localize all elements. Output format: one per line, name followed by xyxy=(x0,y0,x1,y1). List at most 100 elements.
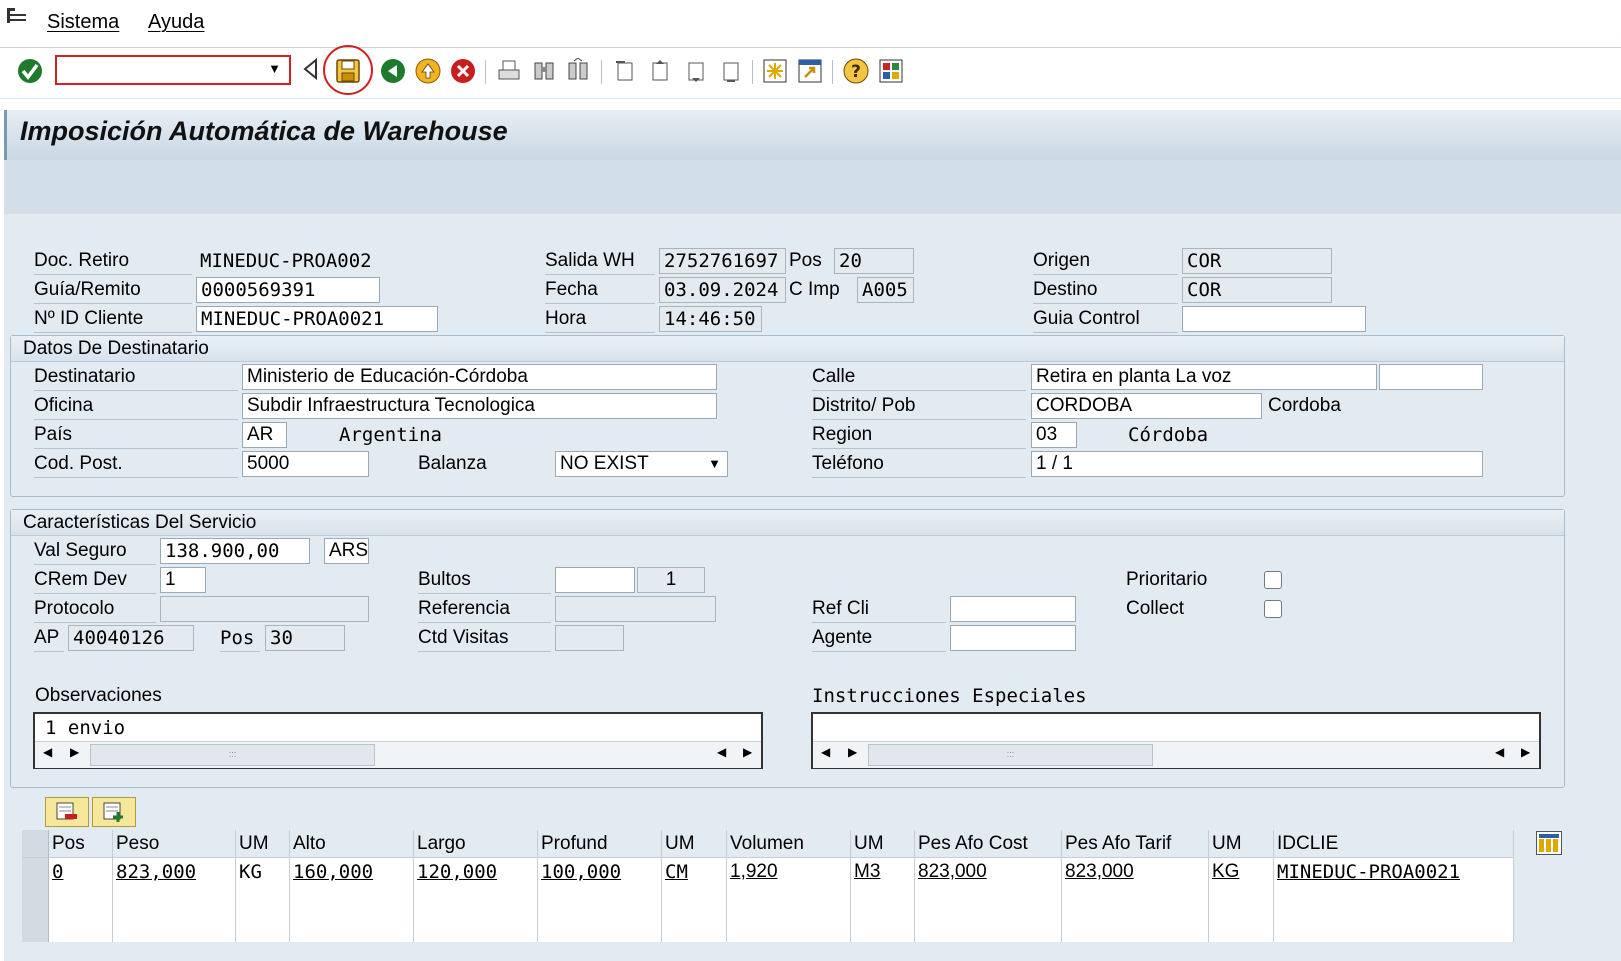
observaciones-textarea[interactable]: 1 envio ◀ ▶ ::: ◀ ▶ xyxy=(33,712,763,769)
horizontal-scrollbar[interactable]: ◀ ▶ ::: ◀ ▶ xyxy=(35,741,761,768)
dropdown-arrow-icon[interactable]: ▼ xyxy=(708,452,721,476)
table-cell[interactable]: M3 xyxy=(850,857,915,886)
column-header[interactable]: UM xyxy=(1208,830,1274,858)
row-selector[interactable] xyxy=(22,857,49,886)
table-cell[interactable]: MINEDUC-PROA0021 xyxy=(1273,857,1514,886)
destinatario-field[interactable]: Ministerio de Educación-Córdoba xyxy=(242,364,717,390)
bultos-value: 1 xyxy=(637,567,705,593)
scroll-thumb[interactable]: ::: xyxy=(868,744,1153,766)
insert-row-button[interactable] xyxy=(92,797,136,827)
ctd-visitas-label: Ctd Visitas xyxy=(418,625,551,652)
scroll-right-icon[interactable]: ▶ xyxy=(70,745,79,759)
table-cell[interactable]: 1,920 xyxy=(726,857,851,886)
back-triangle-icon[interactable] xyxy=(302,57,318,86)
command-input[interactable] xyxy=(59,59,263,83)
table-cell[interactable]: 823,000 xyxy=(112,857,236,886)
previous-page-icon[interactable] xyxy=(645,56,675,86)
val-seguro-field[interactable]: 138.900,00 xyxy=(160,538,310,564)
table-row[interactable] xyxy=(22,886,1514,914)
last-page-icon[interactable] xyxy=(716,56,746,86)
enter-check-icon[interactable] xyxy=(15,56,45,86)
instrucciones-textarea[interactable]: ◀ ▶ ::: ◀ ▶ xyxy=(811,712,1541,769)
table-cell[interactable]: KG xyxy=(235,857,290,886)
scroll-left-icon[interactable]: ◀ xyxy=(1495,745,1504,759)
select-all-cell[interactable] xyxy=(22,830,49,858)
horizontal-scrollbar[interactable]: ◀ ▶ ::: ◀ ▶ xyxy=(813,741,1539,768)
guia-control-field[interactable] xyxy=(1182,306,1366,332)
column-header[interactable]: UM xyxy=(235,830,290,858)
first-page-icon[interactable] xyxy=(610,56,640,86)
scroll-left-icon[interactable]: ◀ xyxy=(821,745,830,759)
column-header[interactable]: IDCLIE xyxy=(1273,830,1514,858)
row-selector[interactable] xyxy=(22,914,49,942)
column-header[interactable]: Profund xyxy=(537,830,662,858)
region-code-field[interactable]: 03 xyxy=(1031,422,1077,448)
telefono-field[interactable]: 1 / 1 xyxy=(1031,451,1483,477)
column-header[interactable]: Peso xyxy=(112,830,236,858)
exit-icon[interactable] xyxy=(413,56,443,86)
table-row[interactable]: 0 823,000 KG 160,000 120,000 100,000 CM … xyxy=(22,857,1514,886)
print-icon[interactable] xyxy=(494,56,524,86)
prioritario-checkbox[interactable] xyxy=(1264,571,1282,589)
command-field[interactable]: ▼ xyxy=(55,55,291,85)
crem-dev-field[interactable]: 1 xyxy=(160,567,206,593)
guia-remito-field[interactable]: 0000569391 xyxy=(196,277,380,303)
scroll-right-icon[interactable]: ▶ xyxy=(1521,745,1530,759)
calle-extra-field[interactable] xyxy=(1379,364,1483,390)
menu-ayuda[interactable]: Ayuda xyxy=(148,11,204,34)
scroll-thumb[interactable]: ::: xyxy=(90,744,375,766)
collect-checkbox[interactable] xyxy=(1264,600,1282,618)
id-cliente-field[interactable]: MINEDUC-PROA0021 xyxy=(196,306,438,332)
moneda-field[interactable]: ARS xyxy=(324,538,369,564)
scroll-right-icon[interactable]: ▶ xyxy=(743,745,752,759)
column-header[interactable]: Pes Afo Tarif xyxy=(1061,830,1209,858)
agente-field[interactable] xyxy=(950,625,1076,651)
save-icon[interactable] xyxy=(333,56,363,86)
cancel-icon[interactable] xyxy=(448,56,478,86)
table-cell[interactable]: 823,000 xyxy=(1061,857,1209,886)
find-icon[interactable] xyxy=(529,56,559,86)
distrito-field[interactable]: CORDOBA xyxy=(1031,393,1262,419)
find-next-icon[interactable] xyxy=(563,56,593,86)
back-icon[interactable] xyxy=(378,56,408,86)
menu-sistema[interactable]: Sistema xyxy=(47,11,119,34)
bultos-field[interactable] xyxy=(555,567,635,593)
column-header[interactable]: Pos xyxy=(48,830,113,858)
table-cell[interactable]: 160,000 xyxy=(289,857,414,886)
column-header[interactable]: UM xyxy=(661,830,727,858)
column-header[interactable]: Volumen xyxy=(726,830,851,858)
ctd-visitas-value xyxy=(555,625,624,651)
help-icon[interactable]: ? xyxy=(841,56,871,86)
column-header[interactable]: Alto xyxy=(289,830,414,858)
next-page-icon[interactable] xyxy=(681,56,711,86)
delete-row-button[interactable] xyxy=(45,797,89,827)
scroll-left-icon[interactable]: ◀ xyxy=(717,745,726,759)
table-row[interactable] xyxy=(22,914,1514,942)
layout-menu-icon[interactable] xyxy=(876,56,906,86)
calle-field[interactable]: Retira en planta La voz xyxy=(1031,364,1377,390)
pais-code-field[interactable]: AR xyxy=(242,422,287,448)
column-header[interactable]: UM xyxy=(850,830,915,858)
table-cell[interactable]: CM xyxy=(661,857,727,886)
scroll-left-icon[interactable]: ◀ xyxy=(43,745,52,759)
shortcut-icon[interactable] xyxy=(795,56,825,86)
cod-post-field[interactable]: 5000 xyxy=(242,451,369,477)
menu-icon[interactable] xyxy=(6,7,28,25)
row-selector[interactable] xyxy=(22,886,49,914)
column-header[interactable]: Pes Afo Cost xyxy=(914,830,1062,858)
table-cell[interactable]: 120,000 xyxy=(413,857,538,886)
table-cell[interactable]: KG xyxy=(1208,857,1274,886)
protocolo-label: Protocolo xyxy=(34,596,156,623)
table-cell[interactable]: 823,000 xyxy=(914,857,1062,886)
balanza-select[interactable]: NO EXIST ▼ xyxy=(555,451,728,477)
destinatario-heading: Datos De Destinatario xyxy=(11,336,1564,362)
scroll-right-icon[interactable]: ▶ xyxy=(848,745,857,759)
ref-cli-field[interactable] xyxy=(950,596,1076,622)
new-session-icon[interactable] xyxy=(760,56,790,86)
table-cell[interactable]: 100,000 xyxy=(537,857,662,886)
column-header[interactable]: Largo xyxy=(413,830,538,858)
table-cell[interactable]: 0 xyxy=(48,857,113,886)
table-settings-icon[interactable] xyxy=(1536,831,1562,855)
oficina-field[interactable]: Subdir Infraestructura Tecnologica xyxy=(242,393,717,419)
dropdown-arrow-icon[interactable]: ▼ xyxy=(268,61,281,76)
